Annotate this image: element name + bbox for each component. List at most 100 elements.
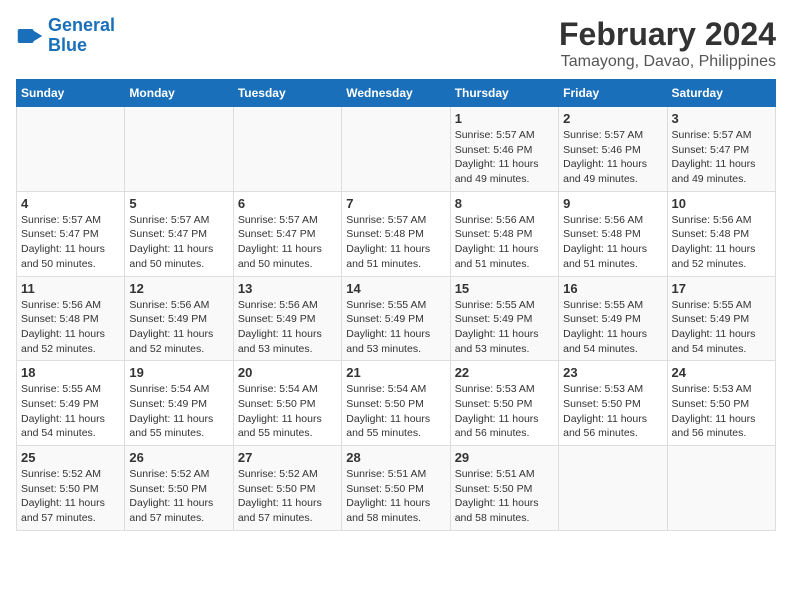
day-info: Sunrise: 5:54 AM Sunset: 5:50 PM Dayligh… — [238, 382, 337, 441]
calendar-week-row: 11Sunrise: 5:56 AM Sunset: 5:48 PM Dayli… — [17, 276, 776, 361]
day-header-monday: Monday — [125, 80, 233, 107]
calendar-cell: 3 Sunrise: 5:57 AM Sunset: 5:47 PM Daylig… — [667, 107, 775, 192]
calendar-week-row: 25Sunrise: 5:52 AM Sunset: 5:50 PM Dayli… — [17, 446, 776, 531]
day-header-friday: Friday — [559, 80, 667, 107]
day-header-tuesday: Tuesday — [233, 80, 341, 107]
day-number: 29 — [455, 450, 554, 465]
calendar-cell: 6 Sunrise: 5:57 AM Sunset: 5:47 PM Daylig… — [233, 191, 341, 276]
day-number: 24 — [672, 365, 771, 380]
calendar-cell — [125, 107, 233, 192]
day-info: Sunrise: 5:54 AM Sunset: 5:49 PM Dayligh… — [129, 382, 228, 441]
calendar-cell: 26 Sunrise: 5:52 AM Sunset: 5:50 PM Dayli… — [125, 446, 233, 531]
day-info: Sunrise: 5:57 AM Sunset: 5:46 PM Dayligh… — [563, 128, 662, 187]
calendar-cell: 8 Sunrise: 5:56 AM Sunset: 5:48 PM Daylig… — [450, 191, 558, 276]
logo-icon — [16, 22, 44, 50]
day-number: 9 — [563, 196, 662, 211]
day-info: Sunrise: 5:55 AM Sunset: 5:49 PM Dayligh… — [21, 382, 120, 441]
day-info: Sunrise: 5:56 AM Sunset: 5:48 PM Dayligh… — [672, 213, 771, 272]
calendar-cell — [342, 107, 450, 192]
calendar-cell — [233, 107, 341, 192]
calendar-cell: 18 Sunrise: 5:55 AM Sunset: 5:49 PM Dayli… — [17, 361, 125, 446]
day-number: 26 — [129, 450, 228, 465]
day-info: Sunrise: 5:51 AM Sunset: 5:50 PM Dayligh… — [455, 467, 554, 526]
day-info: Sunrise: 5:56 AM Sunset: 5:49 PM Dayligh… — [238, 298, 337, 357]
calendar-cell: 2 Sunrise: 5:57 AM Sunset: 5:46 PM Daylig… — [559, 107, 667, 192]
day-info: Sunrise: 5:53 AM Sunset: 5:50 PM Dayligh… — [563, 382, 662, 441]
day-number: 15 — [455, 281, 554, 296]
day-info: Sunrise: 5:52 AM Sunset: 5:50 PM Dayligh… — [238, 467, 337, 526]
calendar-cell: 13Sunrise: 5:56 AM Sunset: 5:49 PM Dayli… — [233, 276, 341, 361]
calendar-cell: 9 Sunrise: 5:56 AM Sunset: 5:48 PM Daylig… — [559, 191, 667, 276]
day-number: 19 — [129, 365, 228, 380]
day-number: 4 — [21, 196, 120, 211]
day-info: Sunrise: 5:56 AM Sunset: 5:48 PM Dayligh… — [455, 213, 554, 272]
day-number: 3 — [672, 111, 771, 126]
logo: General Blue — [16, 16, 115, 56]
day-number: 8 — [455, 196, 554, 211]
day-info: Sunrise: 5:57 AM Sunset: 5:47 PM Dayligh… — [672, 128, 771, 187]
day-info: Sunrise: 5:53 AM Sunset: 5:50 PM Dayligh… — [455, 382, 554, 441]
day-info: Sunrise: 5:53 AM Sunset: 5:50 PM Dayligh… — [672, 382, 771, 441]
day-number: 14 — [346, 281, 445, 296]
day-number: 28 — [346, 450, 445, 465]
day-header-sunday: Sunday — [17, 80, 125, 107]
day-header-wednesday: Wednesday — [342, 80, 450, 107]
day-number: 27 — [238, 450, 337, 465]
calendar-cell: 16 Sunrise: 5:55 AM Sunset: 5:49 PM Dayli… — [559, 276, 667, 361]
calendar-week-row: 4 Sunrise: 5:57 AM Sunset: 5:47 PM Daylig… — [17, 191, 776, 276]
calendar-cell: 5 Sunrise: 5:57 AM Sunset: 5:47 PM Daylig… — [125, 191, 233, 276]
calendar-cell: 23Sunrise: 5:53 AM Sunset: 5:50 PM Dayli… — [559, 361, 667, 446]
day-info: Sunrise: 5:55 AM Sunset: 5:49 PM Dayligh… — [455, 298, 554, 357]
calendar-table: SundayMondayTuesdayWednesdayThursdayFrid… — [16, 79, 776, 531]
day-number: 5 — [129, 196, 228, 211]
calendar-cell: 20 Sunrise: 5:54 AM Sunset: 5:50 PM Dayli… — [233, 361, 341, 446]
day-header-saturday: Saturday — [667, 80, 775, 107]
day-info: Sunrise: 5:57 AM Sunset: 5:47 PM Dayligh… — [21, 213, 120, 272]
calendar-cell — [17, 107, 125, 192]
day-number: 18 — [21, 365, 120, 380]
calendar-cell: 1Sunrise: 5:57 AM Sunset: 5:46 PM Daylig… — [450, 107, 558, 192]
calendar-cell: 4 Sunrise: 5:57 AM Sunset: 5:47 PM Daylig… — [17, 191, 125, 276]
calendar-cell — [559, 446, 667, 531]
calendar-cell: 15 Sunrise: 5:55 AM Sunset: 5:49 PM Dayli… — [450, 276, 558, 361]
calendar-header-row: SundayMondayTuesdayWednesdayThursdayFrid… — [17, 80, 776, 107]
calendar-week-row: 1Sunrise: 5:57 AM Sunset: 5:46 PM Daylig… — [17, 107, 776, 192]
day-number: 17 — [672, 281, 771, 296]
calendar-cell: 29 Sunrise: 5:51 AM Sunset: 5:50 PM Dayli… — [450, 446, 558, 531]
calendar-cell: 7 Sunrise: 5:57 AM Sunset: 5:48 PM Daylig… — [342, 191, 450, 276]
page-subtitle: Tamayong, Davao, Philippines — [559, 53, 776, 71]
day-number: 11 — [21, 281, 120, 296]
day-info: Sunrise: 5:57 AM Sunset: 5:46 PM Dayligh… — [455, 128, 554, 187]
day-header-thursday: Thursday — [450, 80, 558, 107]
day-info: Sunrise: 5:54 AM Sunset: 5:50 PM Dayligh… — [346, 382, 445, 441]
logo-text: General Blue — [48, 16, 115, 56]
page-header: General Blue February 2024 Tamayong, Dav… — [16, 16, 776, 71]
calendar-cell: 14 Sunrise: 5:55 AM Sunset: 5:49 PM Dayli… — [342, 276, 450, 361]
day-number: 6 — [238, 196, 337, 211]
day-info: Sunrise: 5:57 AM Sunset: 5:47 PM Dayligh… — [238, 213, 337, 272]
day-number: 20 — [238, 365, 337, 380]
day-number: 16 — [563, 281, 662, 296]
calendar-cell: 27 Sunrise: 5:52 AM Sunset: 5:50 PM Dayli… — [233, 446, 341, 531]
day-info: Sunrise: 5:55 AM Sunset: 5:49 PM Dayligh… — [563, 298, 662, 357]
calendar-week-row: 18 Sunrise: 5:55 AM Sunset: 5:49 PM Dayli… — [17, 361, 776, 446]
calendar-cell: 17 Sunrise: 5:55 AM Sunset: 5:49 PM Dayli… — [667, 276, 775, 361]
calendar-cell: 10Sunrise: 5:56 AM Sunset: 5:48 PM Dayli… — [667, 191, 775, 276]
calendar-cell: 21Sunrise: 5:54 AM Sunset: 5:50 PM Dayli… — [342, 361, 450, 446]
day-info: Sunrise: 5:56 AM Sunset: 5:48 PM Dayligh… — [563, 213, 662, 272]
calendar-cell: 28 Sunrise: 5:51 AM Sunset: 5:50 PM Dayli… — [342, 446, 450, 531]
day-info: Sunrise: 5:57 AM Sunset: 5:47 PM Dayligh… — [129, 213, 228, 272]
calendar-cell: 24 Sunrise: 5:53 AM Sunset: 5:50 PM Dayli… — [667, 361, 775, 446]
day-info: Sunrise: 5:57 AM Sunset: 5:48 PM Dayligh… — [346, 213, 445, 272]
calendar-cell: 11Sunrise: 5:56 AM Sunset: 5:48 PM Dayli… — [17, 276, 125, 361]
day-info: Sunrise: 5:52 AM Sunset: 5:50 PM Dayligh… — [21, 467, 120, 526]
day-number: 7 — [346, 196, 445, 211]
day-number: 22 — [455, 365, 554, 380]
day-info: Sunrise: 5:51 AM Sunset: 5:50 PM Dayligh… — [346, 467, 445, 526]
day-info: Sunrise: 5:55 AM Sunset: 5:49 PM Dayligh… — [672, 298, 771, 357]
page-title: February 2024 — [559, 16, 776, 53]
calendar-cell: 12Sunrise: 5:56 AM Sunset: 5:49 PM Dayli… — [125, 276, 233, 361]
day-info: Sunrise: 5:55 AM Sunset: 5:49 PM Dayligh… — [346, 298, 445, 357]
day-info: Sunrise: 5:52 AM Sunset: 5:50 PM Dayligh… — [129, 467, 228, 526]
day-number: 2 — [563, 111, 662, 126]
